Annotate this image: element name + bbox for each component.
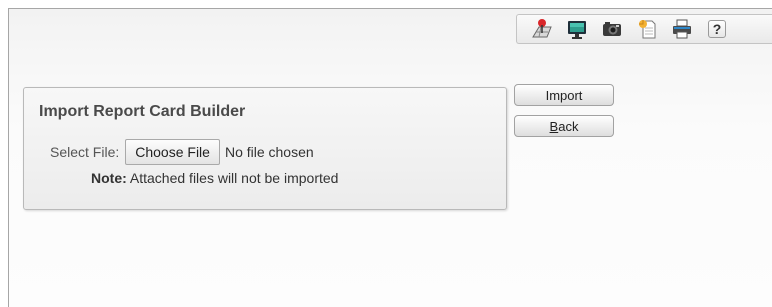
file-row: Select File: Choose File No file chosen — [50, 139, 314, 165]
import-button[interactable]: Import — [514, 84, 614, 106]
printer-icon[interactable] — [671, 18, 693, 40]
panel-title: Import Report Card Builder — [39, 103, 246, 120]
note-label: Note: — [91, 170, 127, 186]
page-icon[interactable] — [636, 18, 658, 40]
help-button[interactable]: ? — [706, 18, 728, 40]
note-message: Attached files will not be imported — [126, 170, 339, 186]
back-button[interactable]: Back — [514, 115, 614, 137]
camera-icon[interactable] — [601, 18, 623, 40]
select-file-label: Select File: — [50, 144, 120, 160]
back-accesskey: B — [549, 118, 559, 134]
note-text: Note: Attached files will not be importe… — [91, 170, 338, 186]
choose-file-button[interactable]: Choose File — [125, 139, 220, 165]
import-panel: Import Report Card Builder Select File: … — [23, 87, 507, 210]
toolbar: ? — [516, 14, 772, 44]
help-icon: ? — [708, 20, 726, 38]
map-pin-icon[interactable] — [531, 18, 553, 40]
monitor-icon[interactable] — [566, 18, 588, 40]
back-label: ack — [558, 118, 579, 134]
page-frame: ? Import Report Card Builder Select File… — [8, 8, 772, 307]
no-file-text: No file chosen — [224, 144, 314, 160]
